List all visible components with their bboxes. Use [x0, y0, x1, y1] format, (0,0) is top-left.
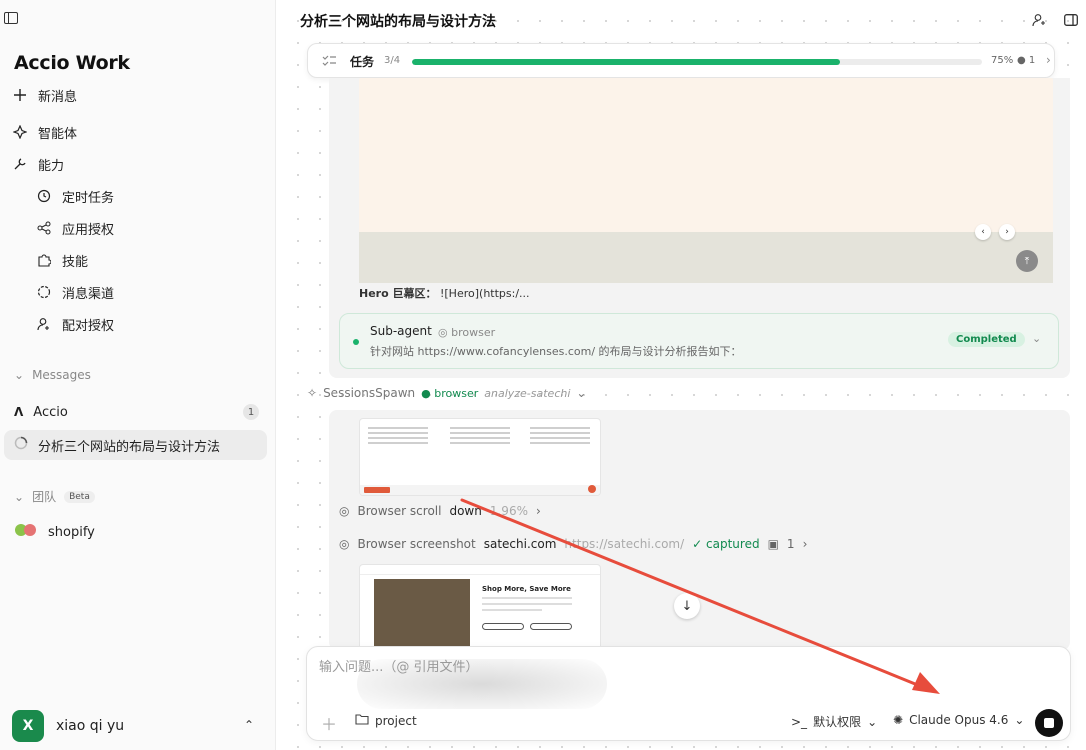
chevron-right-icon: ›	[535, 504, 541, 518]
wrench-icon	[12, 156, 28, 172]
stop-button[interactable]	[1035, 709, 1063, 737]
scroll-to-top-button[interactable]: ⤒	[1016, 250, 1038, 272]
hero-section-text: Hero 巨幕区： ![Hero](https:/...	[359, 287, 530, 300]
action-browser-scroll[interactable]: ◎ Browser scroll down 1.96% ›	[339, 504, 541, 518]
progress-track	[412, 59, 982, 65]
team-section-header[interactable]: ⌄ 团队 Beta	[14, 488, 95, 505]
sidebar: Accio Work 新消息 智能体 能力 定时任务 应用授权 技能 消息渠道 …	[0, 0, 276, 750]
status-badge: Completed	[948, 332, 1025, 347]
subagent-card[interactable]: Sub-agent ◎ browser 针对网站 https://www.cof…	[339, 313, 1059, 369]
page-title: 分析三个网站的布局与设计方法	[300, 14, 496, 30]
chevron-right-icon[interactable]: ›	[1046, 53, 1051, 67]
model-selector[interactable]: ✺ Claude Opus 4.6 ⌄	[893, 713, 1024, 727]
panel-toggle-icon[interactable]	[1063, 12, 1079, 28]
unread-count-badge: 1	[243, 404, 259, 420]
spawn-browser-tag: ● browser	[421, 386, 479, 400]
nav-capabilities[interactable]: 能力	[12, 152, 64, 176]
task-percent: 75%	[991, 55, 1014, 66]
screenshot-preview: ‹ › ⤒	[359, 78, 1053, 283]
chevron-down-icon: ⌄	[867, 714, 878, 729]
nav-app-authorization[interactable]: 应用授权	[36, 216, 114, 240]
model-icon: ✺	[893, 713, 904, 727]
progress-fill	[412, 59, 840, 65]
globe-icon: ◎	[339, 504, 350, 518]
accio-logo-icon: Λ	[14, 405, 24, 419]
message-item-current[interactable]: 分析三个网站的布局与设计方法	[4, 430, 267, 460]
chevron-up-icon[interactable]: ⌃	[244, 718, 254, 732]
task-count: 3/4	[384, 55, 401, 66]
nav-scheduled-tasks[interactable]: 定时任务	[36, 184, 114, 208]
task-label: 任务	[350, 55, 375, 69]
user-add-icon[interactable]	[1031, 12, 1047, 28]
task-progress-bar[interactable]: 任务 3/4 75% ● 1 ›	[307, 43, 1055, 78]
chevron-down-icon: ⌄	[14, 489, 25, 504]
attach-plus-icon[interactable]: ＋	[321, 711, 337, 735]
browser-session-card: ◎ Browser scroll down 1.96% › ◎ Browser …	[329, 410, 1070, 654]
globe-icon: ◎	[339, 537, 350, 551]
app-logo: Accio Work	[14, 52, 130, 74]
image-icon: ▣	[767, 537, 779, 551]
beta-badge: Beta	[64, 490, 95, 503]
chevron-down-icon[interactable]: ⌄	[1032, 332, 1041, 345]
action-browser-screenshot[interactable]: ◎ Browser screenshot satechi.com https:/…	[339, 537, 807, 551]
avatar: X	[12, 710, 44, 742]
screenshot-thumbnail-2[interactable]: Shop More, Save More	[359, 564, 601, 654]
nav-message-channels[interactable]: 消息渠道	[36, 280, 114, 304]
chevron-down-icon: ⌄	[576, 386, 587, 400]
chevron-down-icon: ⌄	[1014, 713, 1025, 727]
nav-agents[interactable]: 智能体	[12, 120, 77, 144]
team-item-shopify[interactable]: shopify	[4, 517, 267, 547]
spawn-args: analyze-satechi	[484, 386, 571, 400]
sessions-spawn-row[interactable]: ✧ SessionsSpawn ● browser analyze-satech…	[307, 386, 586, 400]
plus-icon	[12, 87, 28, 103]
circle-dashed-icon	[36, 284, 52, 300]
sparkle-icon	[12, 124, 28, 140]
scroll-down-button[interactable]: ↓	[674, 593, 700, 619]
sidebar-toggle-icon[interactable]	[4, 12, 18, 24]
subagent-description: 针对网站 https://www.cofancylenses.com/ 的布局与…	[370, 345, 742, 358]
tool-output-card: ‹ › ⤒ Hero 巨幕区： ![Hero](https:/... Sub-a…	[329, 78, 1070, 378]
clock-icon	[36, 188, 52, 204]
puzzle-icon	[36, 252, 52, 268]
nav-skills[interactable]: 技能	[36, 248, 88, 272]
main-panel: 分析三个网站的布局与设计方法 任务 3/4 75% ● 1 › ‹ › ⤒ He…	[277, 0, 1086, 750]
status-dot	[353, 339, 359, 345]
loading-spinner-icon	[14, 436, 28, 454]
terminal-icon: >_	[791, 714, 808, 729]
subagent-tag: ◎ browser	[438, 326, 496, 339]
project-selector[interactable]: project	[355, 713, 417, 728]
nav-new-message[interactable]: 新消息	[12, 83, 77, 107]
user-profile[interactable]: X xiao qi yu	[12, 710, 124, 742]
messages-section-header[interactable]: ⌄ Messages	[14, 368, 91, 382]
globe-icon: ◎	[438, 326, 448, 339]
subagent-title: Sub-agent	[370, 324, 432, 338]
task-dot-count: ● 1	[1017, 55, 1036, 66]
message-composer: ＋ project >_ 默认权限 ⌄ ✺ Claude Opus 4.6 ⌄	[306, 646, 1071, 741]
message-item-accio[interactable]: Λ Accio 1	[4, 397, 267, 427]
message-input[interactable]	[319, 657, 919, 677]
folder-icon	[355, 713, 369, 728]
carousel-prev-button[interactable]: ‹	[975, 224, 991, 240]
screenshot-thumbnail-1[interactable]	[359, 418, 601, 496]
preview-footer	[359, 232, 1053, 283]
chevron-down-icon: ⌄	[14, 368, 25, 382]
share-icon	[36, 220, 52, 236]
permission-selector[interactable]: >_ 默认权限 ⌄	[791, 713, 877, 730]
checklist-icon	[322, 54, 336, 70]
carousel-next-button[interactable]: ›	[999, 224, 1015, 240]
team-avatars-icon	[14, 523, 38, 541]
user-name: xiao qi yu	[56, 718, 125, 734]
chevron-right-icon: ›	[802, 537, 808, 551]
nav-pairing-authorization[interactable]: 配对授权	[36, 312, 114, 336]
user-key-icon	[36, 316, 52, 332]
sparkle-icon: ✧	[307, 386, 318, 400]
